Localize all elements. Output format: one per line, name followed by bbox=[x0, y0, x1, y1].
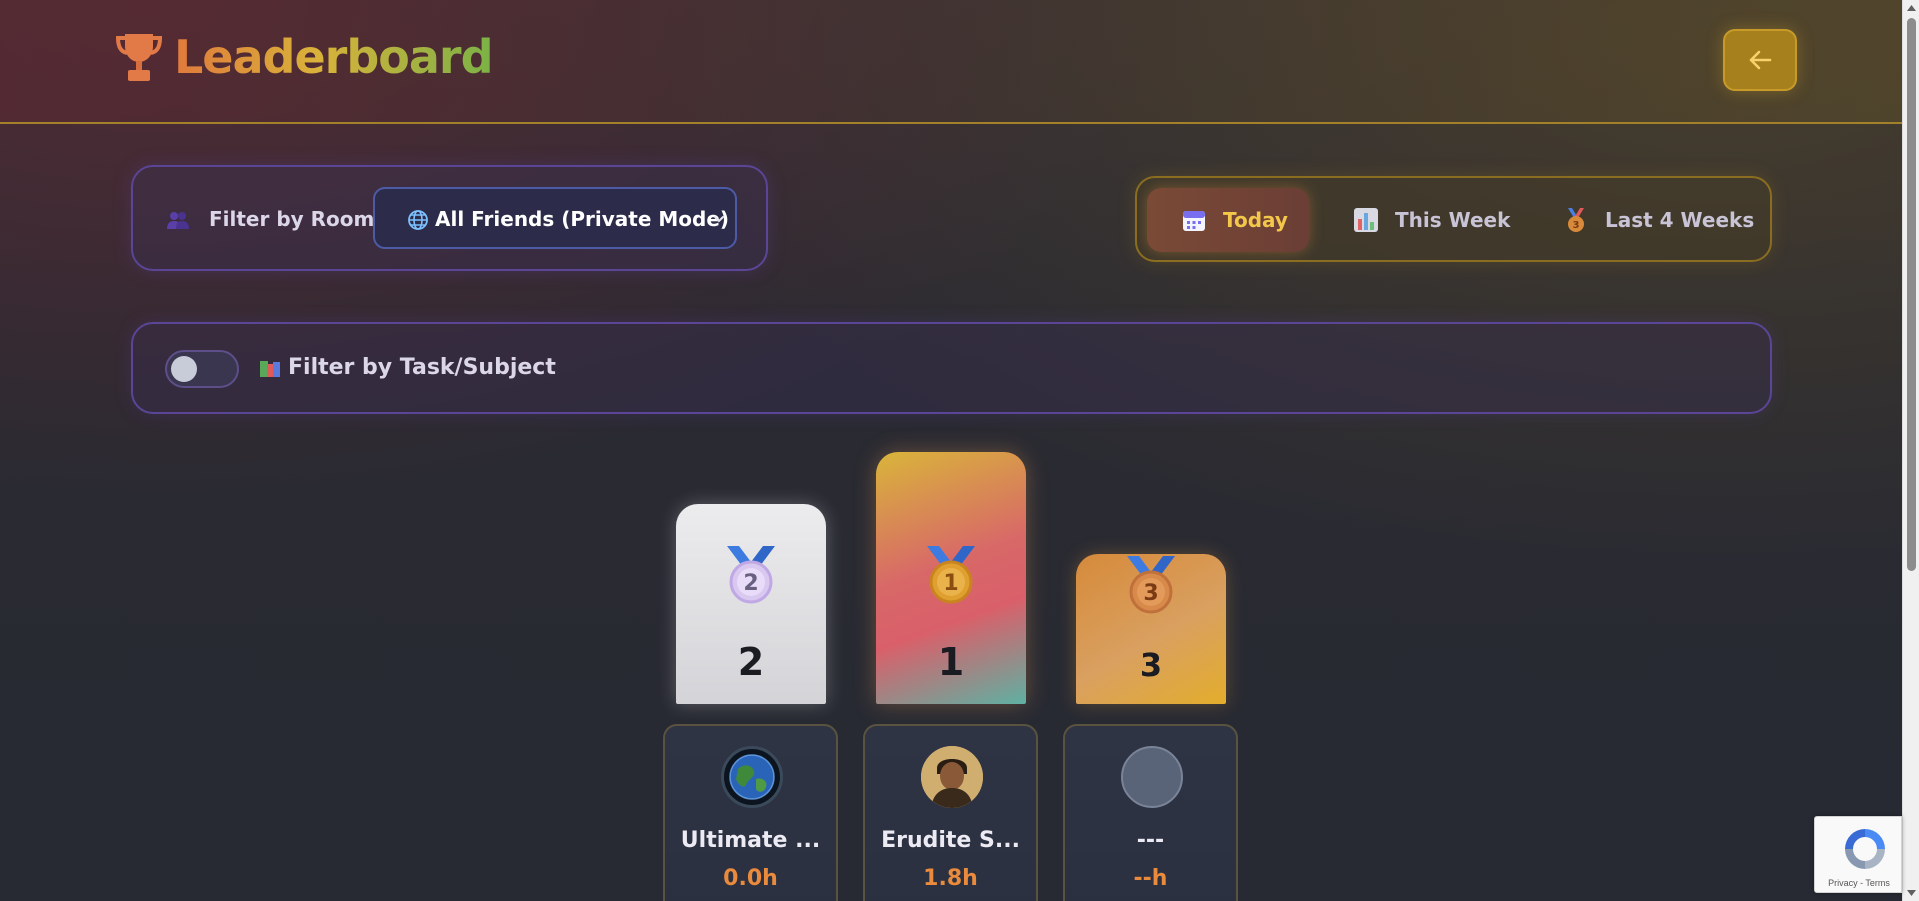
page-header: Leaderboard bbox=[0, 0, 1902, 124]
player-name: --- bbox=[1136, 828, 1165, 853]
podium-third: 3 3 bbox=[1076, 554, 1226, 704]
room-select[interactable]: All Friends (Private Mode) bbox=[373, 187, 737, 249]
svg-text:3: 3 bbox=[1573, 220, 1580, 231]
brand: Leaderboard bbox=[116, 30, 494, 84]
room-filter-label: Filter by Room: bbox=[209, 207, 383, 231]
podium-second: 2 2 bbox=[676, 504, 826, 704]
silver-medal-icon: 2 bbox=[727, 546, 775, 604]
scroll-up-arrow-icon[interactable] bbox=[1907, 4, 1916, 12]
svg-text:2: 2 bbox=[743, 571, 758, 596]
bronze-medal-icon: 3 bbox=[1127, 556, 1175, 614]
tab-today[interactable]: Today bbox=[1147, 188, 1309, 252]
users-icon bbox=[167, 212, 189, 229]
scroll-thumb[interactable] bbox=[1907, 18, 1916, 571]
period-tabs: Today This Week 3 Last 4 Weeks bbox=[1135, 176, 1772, 262]
svg-text:3: 3 bbox=[1143, 581, 1158, 606]
calendar-icon bbox=[1183, 211, 1205, 231]
tab-last-4-weeks-label: Last 4 Weeks bbox=[1605, 208, 1755, 232]
earth-avatar bbox=[721, 746, 783, 808]
room-filter-panel: Filter by Room: All Friends (Private Mod… bbox=[131, 165, 768, 271]
recaptcha-icon bbox=[1845, 829, 1885, 869]
toggle-knob bbox=[171, 356, 197, 382]
tab-today-label: Today bbox=[1223, 208, 1288, 232]
player-name: Erudite S... bbox=[881, 828, 1020, 853]
recaptcha-badge[interactable]: Privacy - Terms bbox=[1814, 816, 1902, 893]
portrait-avatar bbox=[921, 746, 983, 808]
arrow-left-icon bbox=[1749, 50, 1772, 70]
rank-number: 3 bbox=[1139, 646, 1163, 684]
task-filter-label: Filter by Task/Subject bbox=[288, 355, 556, 380]
chevron-down-icon bbox=[714, 216, 724, 223]
player-card[interactable]: Ultimate ... 0.0h bbox=[663, 724, 838, 901]
back-button[interactable] bbox=[1723, 29, 1797, 91]
medal-icon: 3 bbox=[1568, 208, 1584, 232]
task-filter-panel: Filter by Task/Subject bbox=[131, 322, 1772, 414]
tab-last-4-weeks[interactable]: 3 Last 4 Weeks bbox=[1563, 188, 1763, 252]
rank-number: 1 bbox=[937, 640, 965, 684]
player-hours: --h bbox=[1133, 866, 1168, 891]
player-name: Ultimate ... bbox=[680, 828, 821, 853]
empty-avatar bbox=[1121, 746, 1183, 808]
task-filter-toggle[interactable] bbox=[165, 350, 239, 388]
player-hours: 1.8h bbox=[923, 866, 978, 891]
tab-this-week[interactable]: This Week bbox=[1353, 188, 1513, 252]
books-icon bbox=[260, 361, 280, 377]
rank-number: 2 bbox=[737, 640, 765, 684]
player-card[interactable]: --- --h bbox=[1063, 724, 1238, 901]
gold-medal-icon: 1 bbox=[927, 546, 975, 604]
svg-text:1: 1 bbox=[943, 571, 958, 596]
recaptcha-links[interactable]: Privacy - Terms bbox=[1815, 878, 1903, 888]
player-hours: 0.0h bbox=[723, 866, 778, 891]
room-select-value: All Friends (Private Mode) bbox=[435, 207, 730, 231]
bar-chart-icon bbox=[1354, 208, 1378, 232]
scroll-down-arrow-icon[interactable] bbox=[1907, 889, 1916, 897]
vertical-scrollbar[interactable] bbox=[1902, 0, 1919, 901]
globe-icon bbox=[408, 210, 428, 230]
tab-this-week-label: This Week bbox=[1395, 208, 1511, 232]
podium-first: 1 1 bbox=[876, 452, 1026, 704]
page-title: Leaderboard bbox=[174, 30, 494, 84]
player-card[interactable]: Erudite S... 1.8h bbox=[863, 724, 1038, 901]
trophy-icon bbox=[116, 34, 162, 81]
